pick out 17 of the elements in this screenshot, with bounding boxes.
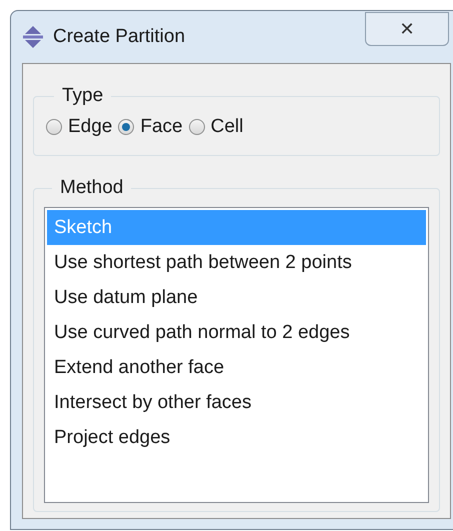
- list-item[interactable]: Project edges: [47, 420, 426, 454]
- list-item[interactable]: Use datum plane: [47, 280, 426, 314]
- radio-button[interactable]: [118, 118, 134, 135]
- window-title: Create Partition: [53, 25, 186, 49]
- radio-option[interactable]: Edge: [46, 112, 116, 141]
- radio-option[interactable]: Cell: [188, 112, 248, 141]
- group-label: Type: [61, 84, 104, 108]
- radio-option[interactable]: Face: [118, 112, 187, 141]
- list-item[interactable]: Use shortest path between 2 points: [47, 244, 426, 280]
- list-item[interactable]: Use curved path normal to 2 edges: [47, 314, 426, 350]
- list-item[interactable]: Intersect by other faces: [47, 384, 426, 420]
- close-button[interactable]: ✕: [365, 12, 449, 46]
- group-label: Method: [59, 176, 124, 200]
- partition-icon: [21, 25, 45, 49]
- radio-button[interactable]: [46, 118, 62, 135]
- list-item[interactable]: Extend another face: [47, 350, 426, 384]
- radio-button[interactable]: [188, 118, 205, 135]
